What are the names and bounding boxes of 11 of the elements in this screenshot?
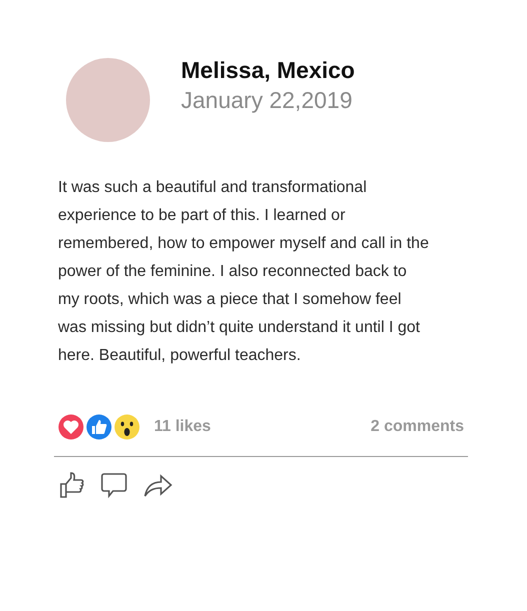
comments-count[interactable]: 2 comments <box>370 418 464 436</box>
author-name: Melissa, Mexico <box>181 56 355 84</box>
likes-count[interactable]: 11 likes <box>154 418 211 436</box>
like-button[interactable] <box>58 471 86 499</box>
comment-button[interactable] <box>100 471 128 499</box>
thumbs-up-icon <box>58 471 86 499</box>
surprised-face-icon <box>114 414 140 440</box>
thumbs-up-icon <box>86 414 112 440</box>
post-text: It was such a beautiful and transformational experience to be part of this. I learned or remembered, how to empower myself and call in the power of the feminine. I also reconnected back to my roots, which was a piece that I somehow feel was missing but didn’t quite understand it until I got here. Beautiful, powerful teachers. <box>58 178 430 366</box>
post-date: January 22,2019 <box>181 86 354 114</box>
speech-bubble-icon <box>100 471 128 499</box>
